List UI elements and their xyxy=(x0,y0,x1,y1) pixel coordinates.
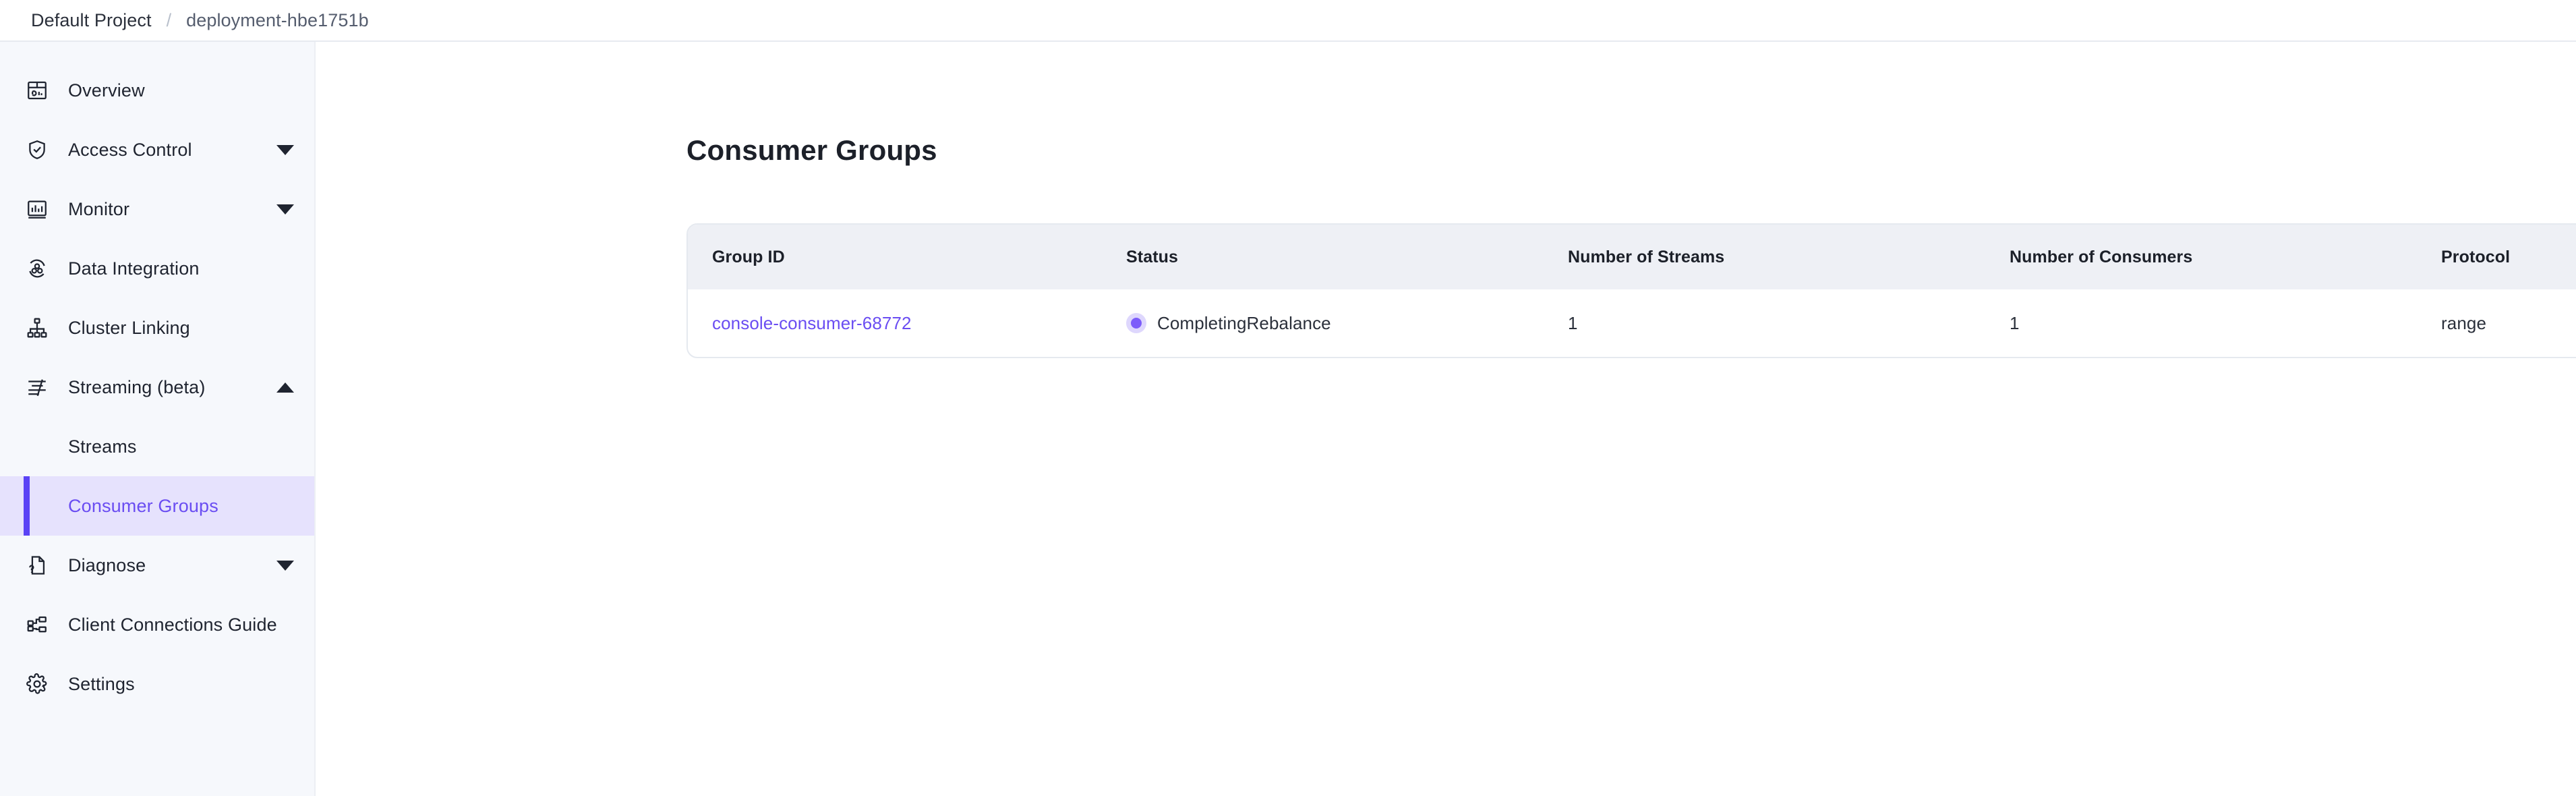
main-content: Consumer Groups Group ID Status Number o… xyxy=(316,42,2576,796)
consumer-groups-table: Group ID Status Number of Streams Number… xyxy=(688,225,2576,357)
network-nodes-icon xyxy=(24,611,51,638)
sidebar-item-label: Cluster Linking xyxy=(68,317,190,338)
column-header-status: Status xyxy=(1126,247,1179,266)
sidebar-item-cluster-linking[interactable]: Cluster Linking xyxy=(0,298,314,358)
cell-protocol: range xyxy=(2441,312,2486,333)
data-integration-icon xyxy=(24,255,51,282)
streaming-icon xyxy=(24,374,51,401)
sidebar-item-streams[interactable]: Streams xyxy=(0,417,314,476)
sidebar-item-label: Settings xyxy=(68,673,135,694)
sidebar-item-access-control[interactable]: Access Control xyxy=(0,120,314,179)
sidebar-item-diagnose[interactable]: Diagnose xyxy=(0,536,314,595)
sidebar-item-streaming[interactable]: Streaming (beta) xyxy=(0,358,314,417)
sidebar-item-client-connections-guide[interactable]: Client Connections Guide xyxy=(0,595,314,654)
table-header-row: Group ID Status Number of Streams Number… xyxy=(688,225,2576,289)
cell-status: CompletingRebalance xyxy=(1126,289,1568,357)
sidebar-item-monitor[interactable]: Monitor xyxy=(0,179,314,239)
chevron-down-icon[interactable] xyxy=(276,560,294,571)
bar-chart-icon xyxy=(24,196,51,223)
cell-number-of-consumers: 1 xyxy=(2010,312,2020,333)
sidebar-subitem-label: Consumer Groups xyxy=(68,495,218,516)
status-dot-icon xyxy=(1126,313,1146,333)
breadcrumb-separator: / xyxy=(166,9,172,30)
sidebar-item-label: Monitor xyxy=(68,198,130,219)
breadcrumb-project[interactable]: Default Project xyxy=(31,10,152,31)
breadcrumb-deployment[interactable]: deployment-hbe1751b xyxy=(186,10,369,31)
document-question-icon xyxy=(24,552,51,579)
column-header-group-id: Group ID xyxy=(712,247,785,266)
sidebar-item-label: Data Integration xyxy=(68,258,200,279)
sidebar-item-overview[interactable]: Overview xyxy=(0,61,314,120)
page-title: Consumer Groups xyxy=(686,134,937,166)
gear-icon xyxy=(24,671,51,698)
cell-number-of-streams: 1 xyxy=(1568,312,1578,333)
dashboard-icon xyxy=(24,77,51,104)
sidebar-subitem-label: Streams xyxy=(68,436,137,457)
status-badge: CompletingRebalance xyxy=(1126,313,1568,334)
table-body: console-consumer-68772 CompletingRebalan… xyxy=(688,289,2576,357)
sidebar-item-data-integration[interactable]: Data Integration xyxy=(0,239,314,298)
group-id-link[interactable]: console-consumer-68772 xyxy=(712,313,912,333)
sidebar-item-label: Streaming (beta) xyxy=(68,376,206,397)
sidebar-item-settings[interactable]: Settings xyxy=(0,654,314,714)
consumer-groups-table-card: Group ID Status Number of Streams Number… xyxy=(686,223,2576,358)
sitemap-icon xyxy=(24,314,51,341)
sidebar: Overview Access Control Monitor Data Int… xyxy=(0,42,316,796)
breadcrumb-bar: Default Project / deployment-hbe1751b xyxy=(0,0,2576,42)
sidebar-item-label: Client Connections Guide xyxy=(68,614,277,635)
shield-check-icon xyxy=(24,136,51,163)
sidebar-item-label: Diagnose xyxy=(68,555,146,575)
sidebar-item-label: Overview xyxy=(68,80,145,101)
status-label: CompletingRebalance xyxy=(1157,312,1331,333)
column-header-number-of-consumers: Number of Consumers xyxy=(2010,247,2193,266)
column-header-protocol: Protocol xyxy=(2441,247,2511,266)
chevron-up-icon[interactable] xyxy=(276,382,294,393)
cell-group-id: console-consumer-68772 xyxy=(688,289,1126,357)
app-root: Default Project / deployment-hbe1751b Ov… xyxy=(0,0,2576,796)
column-header-number-of-streams: Number of Streams xyxy=(1568,247,1725,266)
body-region: Overview Access Control Monitor Data Int… xyxy=(0,42,2576,796)
sidebar-item-label: Access Control xyxy=(68,139,192,160)
status-dot-inner xyxy=(1131,318,1142,329)
active-indicator-bar xyxy=(24,476,30,536)
sidebar-item-consumer-groups[interactable]: Consumer Groups xyxy=(0,476,314,536)
chevron-down-icon[interactable] xyxy=(276,144,294,155)
table-row: console-consumer-68772 CompletingRebalan… xyxy=(688,289,2576,357)
table-head: Group ID Status Number of Streams Number… xyxy=(688,225,2576,289)
chevron-down-icon[interactable] xyxy=(276,204,294,215)
